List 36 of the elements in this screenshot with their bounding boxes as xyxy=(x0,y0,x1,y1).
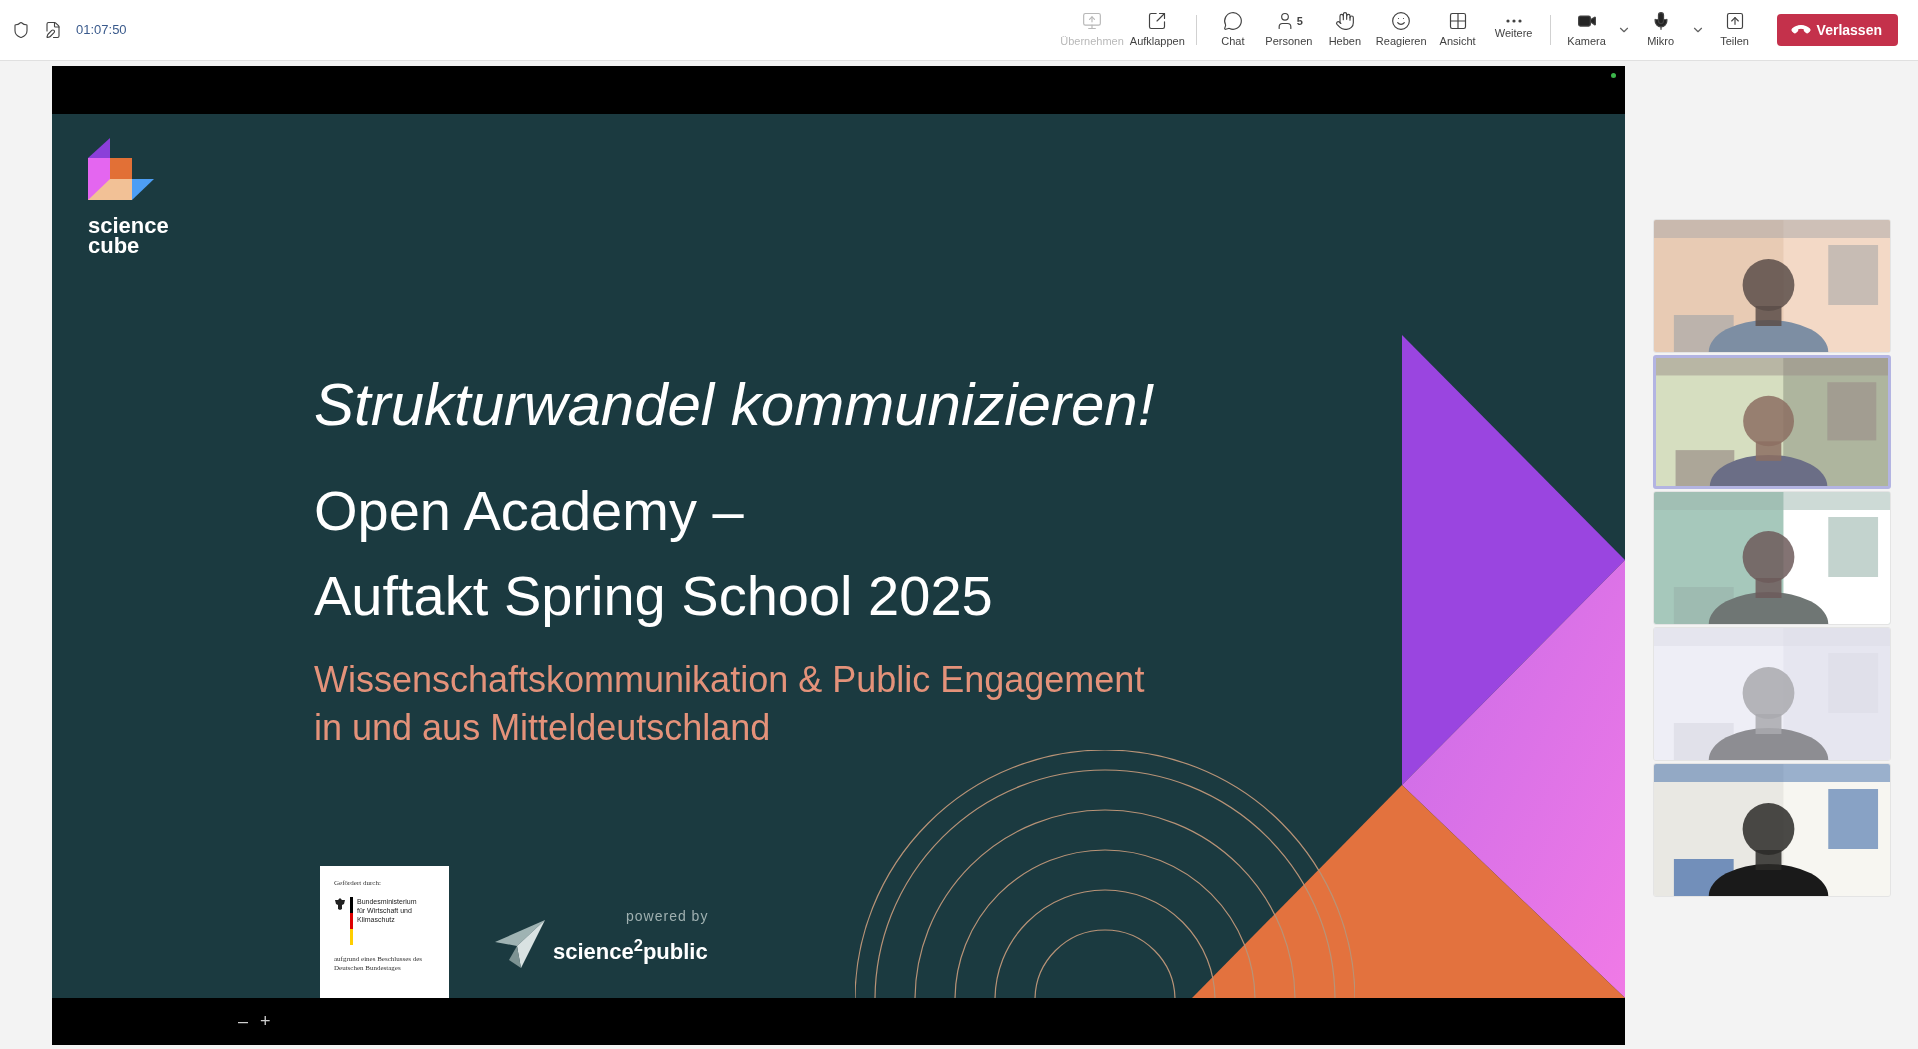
toolbar-button[interactable]: Aufklappen xyxy=(1126,5,1188,55)
share-icon xyxy=(1724,10,1745,31)
toolbar-button[interactable]: Ansicht xyxy=(1429,5,1486,55)
powered-by-text: powered by xyxy=(626,907,709,926)
toolbar-button[interactable]: Kamera xyxy=(1558,5,1615,55)
flag-stripe-icon xyxy=(350,896,353,945)
shield-icon[interactable] xyxy=(12,21,30,39)
toolbar-button[interactable]: Heben xyxy=(1316,5,1373,55)
zoom-button[interactable]: + xyxy=(260,1008,271,1035)
partner-logo-text: science$^{2}$public xyxy=(553,935,708,966)
hand-icon xyxy=(1334,10,1355,31)
slide-subtitle: Wissenschaftskommunikation & Public Engagement xyxy=(314,658,1146,702)
leave-button[interactable]: Verlassen xyxy=(1776,14,1898,46)
chat-icon xyxy=(1222,10,1243,31)
slide-title: Strukturwandel kommunizieren! xyxy=(314,370,1155,440)
more-icon xyxy=(1505,18,1522,23)
grid-icon xyxy=(1447,10,1468,31)
slide-headline: Open Academy – xyxy=(314,478,745,544)
toolbar-button[interactable]: Chat xyxy=(1204,5,1261,55)
popout-icon xyxy=(1147,10,1168,31)
toolbar-button[interactable]: Reagieren xyxy=(1372,5,1430,55)
smile-icon xyxy=(1391,10,1412,31)
slide-headline: Auftakt Spring School 2025 xyxy=(314,563,994,629)
toolbar-button[interactable]: 5 Personen xyxy=(1260,5,1317,55)
participant-count: 5 xyxy=(1296,13,1303,29)
slide-subtitle: in und aus Mitteldeutschland xyxy=(314,706,772,750)
paper-plane-logo-icon xyxy=(495,920,545,968)
meeting-time: 01:07:50 xyxy=(76,21,127,40)
toolbar-button[interactable]: Mikro xyxy=(1632,5,1689,55)
notes-icon[interactable] xyxy=(44,21,62,39)
zoom-button[interactable]: – xyxy=(238,1008,248,1035)
toolbar-button[interactable]: Weitere xyxy=(1485,5,1542,55)
screen-icon xyxy=(1082,10,1102,31)
eagle-icon xyxy=(334,896,346,911)
logo-text: science cube xyxy=(88,216,168,256)
toolbar-button[interactable]: Teilen xyxy=(1706,5,1763,55)
